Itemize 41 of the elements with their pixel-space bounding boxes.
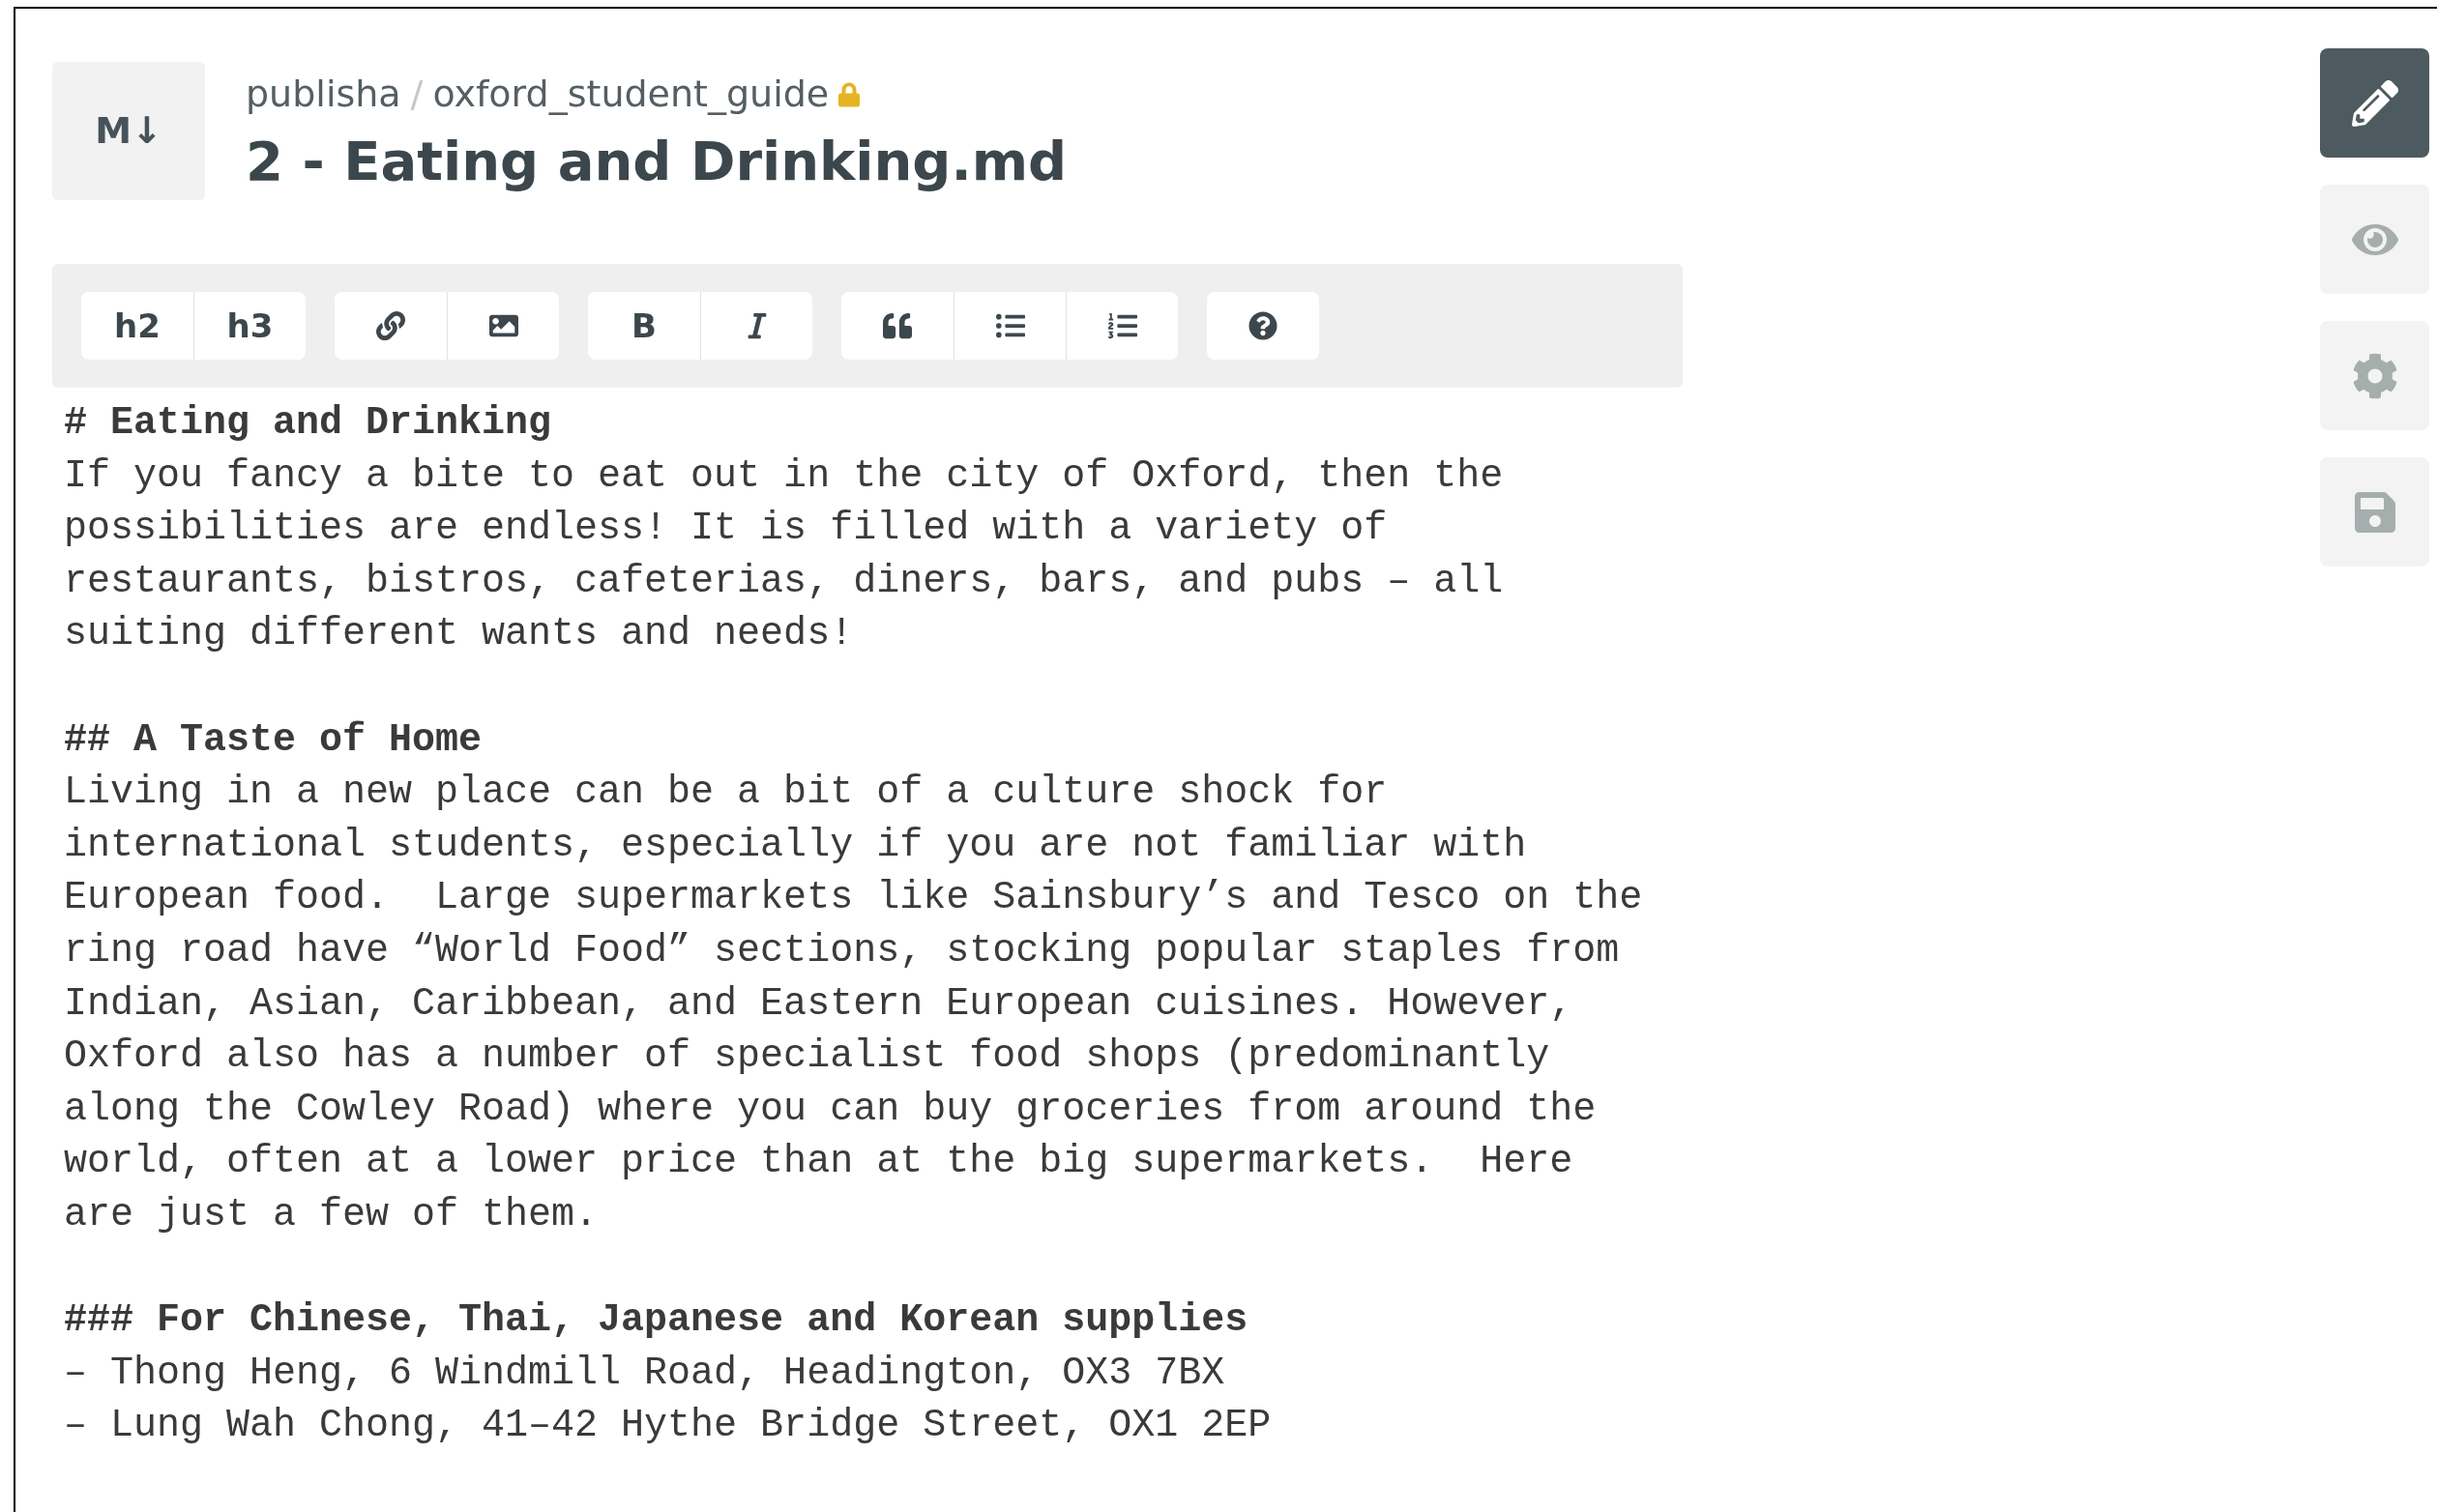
file-title: 2 - Eating and Drinking.md [246, 129, 1068, 194]
markdown-logo: M↓ [52, 62, 205, 200]
markdown-text-line: – Lung Wah Chong, 41–42 Hythe Bridge Street, OX1 2EP [64, 1403, 1273, 1450]
markdown-text-line: If you fancy a bite to eat out in the city of Oxford, then the [64, 452, 1505, 500]
help-icon [1248, 311, 1277, 340]
markdown-heading: # Eating and Drinking [64, 400, 553, 447]
settings-icon [2351, 352, 2398, 399]
markdown-heading: ## A Taste of Home [64, 716, 484, 764]
markdown-heading: ### For Chinese, Thai, Japanese and Korean supplies [64, 1297, 1249, 1345]
image-button[interactable] [447, 292, 559, 360]
markdown-text-line: ring road have “World Food” sections, stocking popular staples from [64, 927, 1621, 974]
pencil-icon [2351, 79, 2398, 127]
help-button[interactable] [1207, 292, 1319, 360]
markdown-text-line: possibilities are endless! It is filled with a variety of [64, 506, 1389, 553]
numbered-list-button[interactable] [1066, 292, 1178, 360]
markdown-text-line: Living in a new place can be a bit of a culture shock for [64, 770, 1389, 817]
markdown-text-line: – Thong Heng, 6 Windmill Road, Headington, OX3 7BX [64, 1350, 1226, 1397]
quote-button[interactable] [841, 292, 954, 360]
markdown-text-line: Oxford also has a number of specialist food shops (predominantly [64, 1033, 1551, 1081]
bulleted-list-button[interactable] [954, 292, 1066, 360]
bold-button[interactable]: B [588, 292, 700, 360]
link-button[interactable] [335, 292, 447, 360]
owner-link[interactable]: publisha [246, 67, 401, 122]
markdown-text-line: restaurants, bistros, cafeterias, diners, bars, and pubs – all [64, 558, 1505, 605]
quote-icon [883, 311, 912, 340]
markdown-text-line: world, often at a lower price than at the big supermarkets. Here [64, 1139, 1574, 1186]
markdown-text-line: international students, especially if you are not familiar with [64, 822, 1528, 869]
markdown-text-line: are just a few of them. [64, 1191, 600, 1238]
heading-button[interactable]: h3 [193, 292, 306, 360]
markdown-text-line: along the Cowley Road) where you can buy groceries from around the [64, 1086, 1598, 1133]
numbered-list-icon [1107, 311, 1137, 340]
link-icon [376, 311, 405, 340]
repo-link[interactable]: oxford_student_guide [432, 67, 830, 122]
markdown-text-line: suiting different wants and needs! [64, 611, 855, 658]
path-separator: / [410, 72, 424, 117]
markdown-text-line: European food. Large supermarkets like Sainsbury’s and Tesco on the [64, 875, 1644, 922]
markdown-text-line: Indian, Asian, Caribbean, and Eastern European cuisines. However, [64, 980, 1574, 1028]
italic-button[interactable] [700, 292, 812, 360]
heading-button[interactable]: h2 [81, 292, 193, 360]
edit-button[interactable] [2320, 48, 2429, 158]
bulleted-list-icon [995, 311, 1025, 340]
